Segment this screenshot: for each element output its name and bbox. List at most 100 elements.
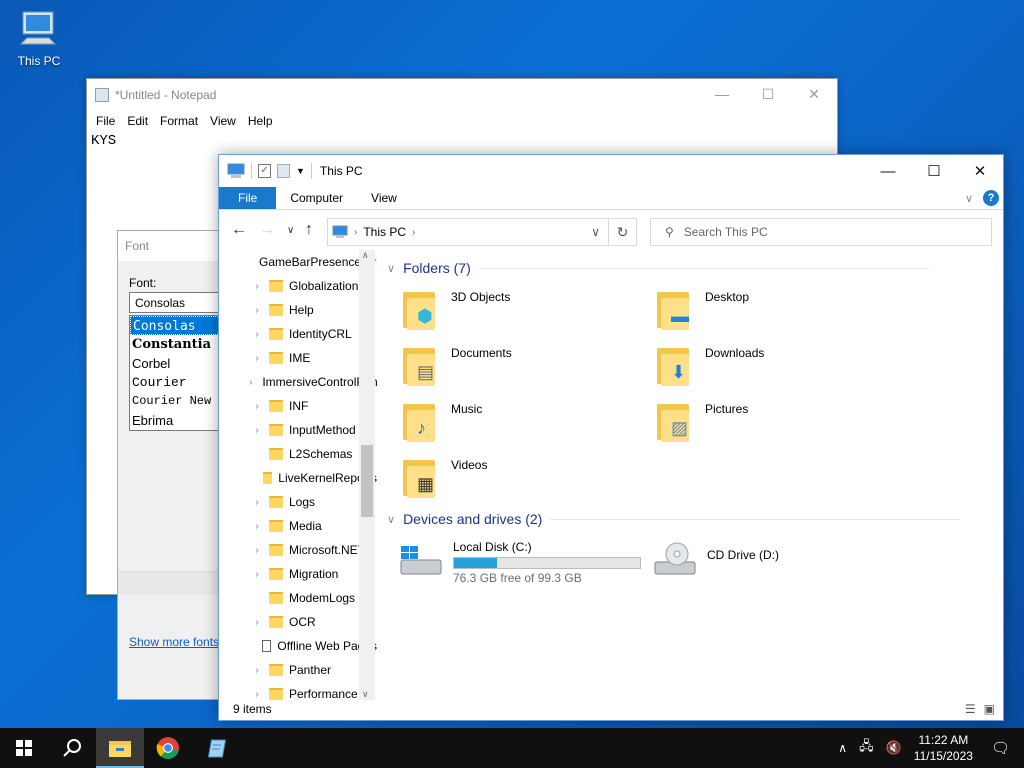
notification-center-icon[interactable]: 🗨 bbox=[991, 739, 1010, 757]
close-button[interactable]: ✕ bbox=[957, 155, 1003, 187]
maximize-button[interactable]: ☐ bbox=[745, 79, 791, 109]
nav-tree-label: Logs bbox=[289, 495, 316, 509]
drive-cd-d[interactable]: CD Drive (D:) bbox=[653, 540, 779, 580]
search-field[interactable]: ⚲ Search This PC bbox=[650, 218, 992, 246]
address-field[interactable]: › This PC › ∨ bbox=[327, 218, 609, 246]
menu-format[interactable]: Format bbox=[154, 114, 204, 128]
nav-tree-item[interactable]: › Help bbox=[219, 298, 377, 322]
forward-arrow-icon[interactable]: → bbox=[259, 221, 275, 239]
expand-chevron-icon[interactable]: › bbox=[249, 281, 265, 292]
scroll-up-icon[interactable]: ∧ bbox=[362, 250, 369, 261]
taskbar-notepad[interactable] bbox=[192, 728, 240, 768]
taskbar-file-explorer[interactable] bbox=[96, 728, 144, 768]
nav-tree-item[interactable]: ModemLogs bbox=[219, 586, 377, 610]
nav-tree-item[interactable]: › INF bbox=[219, 394, 377, 418]
explorer-titlebar[interactable]: ✓ ▼ This PC — ☐ ✕ bbox=[219, 155, 1003, 187]
drive-local-disk-c[interactable]: Local Disk (C:) 76.3 GB free of 99.3 GB bbox=[399, 540, 641, 585]
collapse-chevron-icon[interactable]: ∨ bbox=[387, 513, 395, 526]
nav-tree-item[interactable]: › Panther bbox=[219, 658, 377, 682]
clock-time: 11:22 AM bbox=[918, 733, 969, 747]
new-folder-icon[interactable] bbox=[277, 164, 290, 178]
expand-chevron-icon[interactable]: › bbox=[249, 377, 252, 388]
nav-tree-item[interactable]: › Media bbox=[219, 514, 377, 538]
folder-tile[interactable]: ⬇ Downloads bbox=[657, 344, 764, 386]
nav-tree-item[interactable]: GameBarPresenceWriter bbox=[219, 250, 377, 274]
back-arrow-icon[interactable]: ← bbox=[231, 221, 247, 239]
file-explorer-window[interactable]: ✓ ▼ This PC — ☐ ✕ File Computer View ∨ ?… bbox=[218, 154, 1004, 721]
address-path[interactable]: This PC bbox=[363, 225, 406, 239]
expand-chevron-icon[interactable]: › bbox=[249, 401, 265, 412]
refresh-icon[interactable]: ↻ bbox=[608, 218, 637, 246]
nav-tree-item[interactable]: Offline Web Pages bbox=[219, 634, 377, 658]
drives-group-header[interactable]: ∨ Devices and drives (2) bbox=[387, 511, 961, 527]
nav-tree-item[interactable]: › Migration bbox=[219, 562, 377, 586]
nav-tree-item[interactable]: › Globalization bbox=[219, 274, 377, 298]
nav-tree-item[interactable]: › IdentityCRL bbox=[219, 322, 377, 346]
notepad-text-area[interactable]: KYS bbox=[87, 131, 837, 151]
navigation-scrollbar[interactable]: ∧ ∨ bbox=[359, 250, 375, 700]
folder-tile[interactable]: ▤ Documents bbox=[403, 344, 512, 386]
nav-tree-item[interactable]: › Logs bbox=[219, 490, 377, 514]
menu-edit[interactable]: Edit bbox=[121, 114, 154, 128]
details-view-icon[interactable]: ☰ bbox=[965, 702, 976, 716]
network-icon[interactable]: 🖧 bbox=[859, 737, 874, 759]
nav-tree-item[interactable]: › InputMethod bbox=[219, 418, 377, 442]
this-pc-desktop-icon[interactable]: This PC bbox=[12, 8, 66, 74]
close-button[interactable]: ✕ bbox=[791, 79, 837, 109]
folder-tile[interactable]: ♪ Music bbox=[403, 400, 482, 442]
search-button[interactable] bbox=[48, 728, 96, 768]
folder-tile[interactable]: ▬ Desktop bbox=[657, 288, 749, 330]
expand-chevron-icon[interactable]: › bbox=[249, 569, 265, 580]
folder-tile[interactable]: ▦ Videos bbox=[403, 456, 487, 498]
nav-tree-label: Media bbox=[289, 519, 322, 533]
tab-file[interactable]: File bbox=[219, 187, 277, 209]
maximize-button[interactable]: ☐ bbox=[911, 155, 957, 187]
folders-group-header[interactable]: ∨ Folders (7) bbox=[387, 260, 929, 276]
nav-tree-item[interactable]: L2Schemas bbox=[219, 442, 377, 466]
volume-muted-icon[interactable]: 🔇 bbox=[886, 740, 902, 756]
expand-chevron-icon[interactable]: › bbox=[249, 305, 265, 316]
nav-tree-label: Microsoft.NET bbox=[289, 543, 366, 557]
quick-access-dropdown-icon[interactable]: ▼ bbox=[296, 166, 305, 176]
nav-tree-item[interactable]: › OCR bbox=[219, 610, 377, 634]
up-arrow-icon[interactable]: ↑ bbox=[305, 221, 313, 239]
tab-view[interactable]: View bbox=[357, 187, 411, 209]
minimize-button[interactable]: — bbox=[865, 155, 911, 187]
large-icons-view-icon[interactable]: ▣ bbox=[984, 702, 995, 716]
clock[interactable]: 11:22 AM 11/15/2023 bbox=[914, 732, 973, 764]
nav-tree-label: IME bbox=[289, 351, 311, 365]
properties-icon[interactable]: ✓ bbox=[258, 164, 271, 178]
folder-tile[interactable]: ⬢ 3D Objects bbox=[403, 288, 510, 330]
navigation-pane[interactable]: GameBarPresenceWriter › Globalization › Help… bbox=[219, 250, 377, 700]
menu-view[interactable]: View bbox=[204, 114, 242, 128]
folder-icon bbox=[269, 520, 283, 532]
nav-tree-item[interactable]: › IME bbox=[219, 346, 377, 370]
expand-chevron-icon[interactable]: › bbox=[249, 353, 265, 364]
nav-tree-item[interactable]: › Microsoft.NET bbox=[219, 538, 377, 562]
expand-chevron-icon[interactable]: › bbox=[249, 665, 265, 676]
show-more-fonts-link[interactable]: Show more fonts bbox=[129, 635, 219, 649]
start-button[interactable] bbox=[0, 728, 48, 768]
expand-chevron-icon[interactable]: › bbox=[249, 497, 265, 508]
expand-chevron-icon[interactable]: › bbox=[249, 425, 265, 436]
address-dropdown-icon[interactable]: ∨ bbox=[591, 225, 600, 239]
expand-chevron-icon[interactable]: › bbox=[249, 329, 265, 340]
expand-chevron-icon[interactable]: › bbox=[249, 617, 265, 628]
notepad-titlebar[interactable]: *Untitled - Notepad — ☐ ✕ bbox=[87, 79, 837, 111]
expand-chevron-icon[interactable]: › bbox=[249, 545, 265, 556]
expand-ribbon-chevron-icon[interactable]: ∨ bbox=[965, 192, 973, 205]
recent-locations-chevron-icon[interactable]: ∨ bbox=[287, 225, 294, 236]
show-hidden-icons-chevron-icon[interactable]: ∧ bbox=[838, 741, 847, 755]
help-icon[interactable]: ? bbox=[983, 190, 999, 206]
minimize-button[interactable]: — bbox=[699, 79, 745, 109]
nav-tree-item[interactable]: LiveKernelReports bbox=[219, 466, 377, 490]
menu-help[interactable]: Help bbox=[242, 114, 279, 128]
scrollbar-thumb[interactable] bbox=[361, 445, 373, 517]
nav-tree-item[interactable]: › ImmersiveControlPanel bbox=[219, 370, 377, 394]
folder-tile[interactable]: ▨ Pictures bbox=[657, 400, 748, 442]
collapse-chevron-icon[interactable]: ∨ bbox=[387, 262, 395, 275]
tab-computer[interactable]: Computer bbox=[276, 187, 357, 209]
taskbar-chrome[interactable] bbox=[144, 728, 192, 768]
menu-file[interactable]: File bbox=[90, 114, 121, 128]
expand-chevron-icon[interactable]: › bbox=[249, 521, 265, 532]
